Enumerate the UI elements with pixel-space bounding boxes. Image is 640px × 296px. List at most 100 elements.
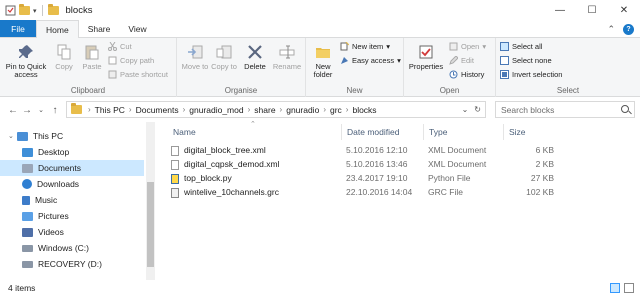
column-header-date[interactable]: Date modified [342, 124, 424, 140]
customize-toolbar-icon[interactable]: ▾ [33, 7, 37, 15]
invert-selection-button[interactable]: Invert selection [500, 70, 562, 79]
copy-to-button[interactable]: Copy to [210, 43, 238, 71]
history-button[interactable]: History [449, 70, 484, 79]
copy-path-icon [108, 56, 117, 65]
copy-button[interactable]: Copy [52, 43, 76, 71]
new-folder-button[interactable]: New folder [310, 43, 336, 79]
expand-chevron-icon[interactable]: ⌄ [8, 132, 14, 140]
back-arrow-icon[interactable]: ← [6, 105, 20, 116]
file-row[interactable]: digital_cqpsk_demod.xml 5.10.2016 13:46 … [162, 158, 640, 172]
properties-button[interactable]: Properties [407, 43, 445, 71]
navigation-pane: ⌄ This PC Desktop Documents Downloads Mu… [0, 122, 150, 280]
navigation-scrollbar[interactable] [146, 122, 155, 280]
breadcrumb-blocks[interactable]: blocks [352, 105, 376, 115]
move-to-button[interactable]: Move to [181, 43, 209, 71]
large-icons-view-icon[interactable] [624, 283, 634, 293]
copy-to-label: Copy to [211, 62, 237, 71]
pc-icon [16, 131, 28, 141]
breadcrumb-this-pc[interactable]: This PC [95, 105, 125, 115]
forward-arrow-icon[interactable]: → [20, 105, 34, 116]
address-dropdown-icon[interactable]: ⌄ [462, 105, 469, 114]
nav-label: Pictures [38, 211, 69, 221]
new-folder-icon[interactable] [19, 4, 30, 16]
paste-shortcut-label: Paste shortcut [120, 70, 168, 79]
ribbon-tabs: File Home Share View ⌃ ? [0, 20, 640, 38]
nav-item-pictures[interactable]: Pictures [0, 208, 144, 224]
title-bar: ▾ blocks — ☐ ✕ [0, 0, 640, 21]
easy-access-button[interactable]: Easy access ▾ [340, 56, 401, 65]
refresh-icon[interactable]: ↻ [474, 105, 481, 114]
cut-button[interactable]: Cut [108, 41, 132, 51]
chevron-right-icon: › [345, 105, 349, 114]
invert-selection-label: Invert selection [512, 70, 563, 79]
properties-icon [417, 43, 435, 61]
details-view-icon[interactable] [610, 283, 620, 293]
breadcrumb-share[interactable]: share [254, 105, 275, 115]
organise-group: Move to Copy to Delete Rename Organise [177, 38, 306, 97]
copy-label: Copy [55, 62, 73, 71]
edit-icon [449, 55, 459, 65]
nav-item-downloads[interactable]: Downloads [0, 176, 144, 192]
scissors-icon [108, 41, 117, 51]
recent-locations-icon[interactable]: ⌄ [34, 106, 48, 114]
breadcrumb-documents[interactable]: Documents [136, 105, 179, 115]
nav-item-documents[interactable]: Documents [0, 160, 144, 176]
nav-item-desktop[interactable]: Desktop [0, 144, 144, 160]
breadcrumb-gnuradio-mod[interactable]: gnuradio_mod [189, 105, 243, 115]
minimize-button[interactable]: — [544, 0, 576, 21]
tab-home[interactable]: Home [36, 20, 79, 38]
new-item-label: New item [352, 42, 384, 51]
up-arrow-icon[interactable]: ↑ [48, 105, 62, 116]
address-bar[interactable]: › This PC › Documents › gnuradio_mod › s… [66, 101, 486, 118]
cut-label: Cut [120, 42, 132, 51]
paste-button[interactable]: Paste [79, 43, 105, 71]
select-all-button[interactable]: Select all [500, 42, 542, 51]
file-row[interactable]: digital_block_tree.xml 5.10.2016 12:10 X… [162, 144, 640, 158]
paste-shortcut-button[interactable]: Paste shortcut [108, 70, 168, 79]
column-header-size[interactable]: Size [504, 124, 558, 140]
file-date: 5.10.2016 12:10 [346, 145, 408, 155]
search-input[interactable]: Search blocks [495, 101, 635, 118]
open-button[interactable]: Open ▾ [449, 42, 486, 51]
file-type: XML Document [428, 159, 487, 169]
edit-button[interactable]: Edit [449, 55, 474, 65]
copy-path-button[interactable]: Copy path [108, 56, 154, 65]
select-none-button[interactable]: Select none [500, 56, 552, 65]
breadcrumb-gnuradio[interactable]: gnuradio [286, 105, 319, 115]
file-row[interactable]: top_block.py 23.4.2017 19:10 Python File… [162, 172, 640, 186]
chevron-right-icon: › [128, 105, 132, 114]
nav-label: Music [35, 195, 58, 205]
help-icon[interactable]: ? [623, 24, 634, 35]
edit-label: Edit [461, 56, 474, 65]
breadcrumb-grc[interactable]: grc [330, 105, 342, 115]
new-item-button[interactable]: New item ▾ [340, 41, 390, 51]
close-button[interactable]: ✕ [608, 0, 640, 21]
nav-item-videos[interactable]: Videos [0, 224, 144, 240]
maximize-button[interactable]: ☐ [576, 0, 608, 21]
drive-icon [22, 260, 33, 268]
music-icon [22, 195, 30, 205]
paste-label: Paste [82, 62, 102, 71]
delete-button[interactable]: Delete [241, 43, 269, 71]
file-type: GRC File [428, 187, 463, 197]
nav-item-music[interactable]: Music [0, 192, 144, 208]
pin-icon [17, 43, 35, 61]
tab-view[interactable]: View [119, 20, 155, 37]
nav-item-recovery-d[interactable]: RECOVERY (D:) [0, 256, 144, 272]
collapse-ribbon-icon[interactable]: ⌃ [607, 24, 615, 35]
tab-file[interactable]: File [0, 20, 36, 37]
file-row[interactable]: wintelive_10channels.grc 22.10.2016 14:0… [162, 186, 640, 200]
file-name: digital_block_tree.xml [184, 145, 266, 155]
tab-share[interactable]: Share [79, 20, 120, 37]
downloads-icon [22, 179, 32, 189]
nav-item-windows-c[interactable]: Windows (C:) [0, 240, 144, 256]
nav-item-this-pc[interactable]: ⌄ This PC [0, 128, 144, 144]
new-folder-label: New folder [313, 62, 333, 79]
pin-quick-access-button[interactable]: Pin to Quick access [3, 43, 49, 79]
column-header-type[interactable]: Type [424, 124, 504, 140]
properties-icon[interactable] [5, 5, 16, 16]
rename-button[interactable]: Rename [271, 43, 303, 71]
invert-selection-icon [500, 70, 509, 79]
new-item-icon [340, 41, 350, 51]
scrollbar-thumb[interactable] [147, 182, 154, 267]
